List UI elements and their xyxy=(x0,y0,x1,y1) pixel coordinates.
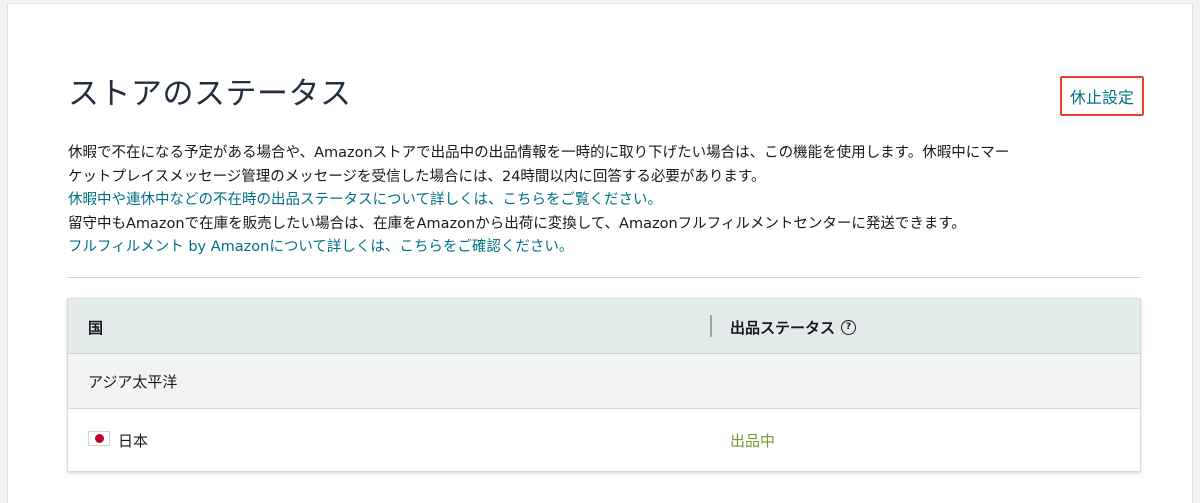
store-status-card: ストアのステータス 休止設定 休暇で不在になる予定がある場合や、Amazonスト… xyxy=(7,3,1193,503)
column-header-status: 出品ステータス ? xyxy=(730,317,857,338)
vacation-status-help-link[interactable]: 休暇中や連休中などの不在時の出品ステータスについて詳しくは、こちらをご覧ください… xyxy=(68,189,1148,213)
description: 休暇で不在になる予定がある場合や、Amazonストアで出品中の出品情報を一時的に… xyxy=(68,142,1148,260)
region-group-row: アジア太平洋 xyxy=(68,354,1140,409)
column-separator xyxy=(710,315,712,337)
question-circle-icon[interactable]: ? xyxy=(841,320,857,335)
divider xyxy=(67,277,1141,278)
column-header-country: 国 xyxy=(88,319,104,337)
fba-help-link[interactable]: フルフィルメント by Amazonについて詳しくは、こちらをご確認ください。 xyxy=(68,236,1148,260)
japan-flag-icon xyxy=(88,431,110,446)
pause-settings-label: 休止設定 xyxy=(1069,88,1134,107)
pause-settings-button[interactable]: 休止設定 xyxy=(1060,76,1144,116)
table-row: 日本 出品中 xyxy=(68,409,1140,471)
region-group-label: アジア太平洋 xyxy=(88,373,178,391)
column-header-status-label: 出品ステータス xyxy=(730,319,836,337)
country-name: 日本 xyxy=(118,432,149,450)
description-line-2: ケットプレイスメッセージ管理のメッセージを受信した場合には、24時間以内に回答す… xyxy=(68,168,766,185)
store-status-table: 国 出品ステータス ? アジア太平洋 日本 出品中 xyxy=(67,298,1141,472)
listing-status-value: 出品中 xyxy=(730,432,776,450)
description-line-1: 休暇で不在になる予定がある場合や、Amazonストアで出品中の出品情報を一時的に… xyxy=(68,145,1010,161)
table-header: 国 出品ステータス ? xyxy=(68,299,1140,354)
page-title: ストアのステータス xyxy=(68,76,352,112)
description-line-3: 留守中もAmazonで在庫を販売したい場合は、在庫をAmazonから出荷に変換し… xyxy=(68,215,966,232)
